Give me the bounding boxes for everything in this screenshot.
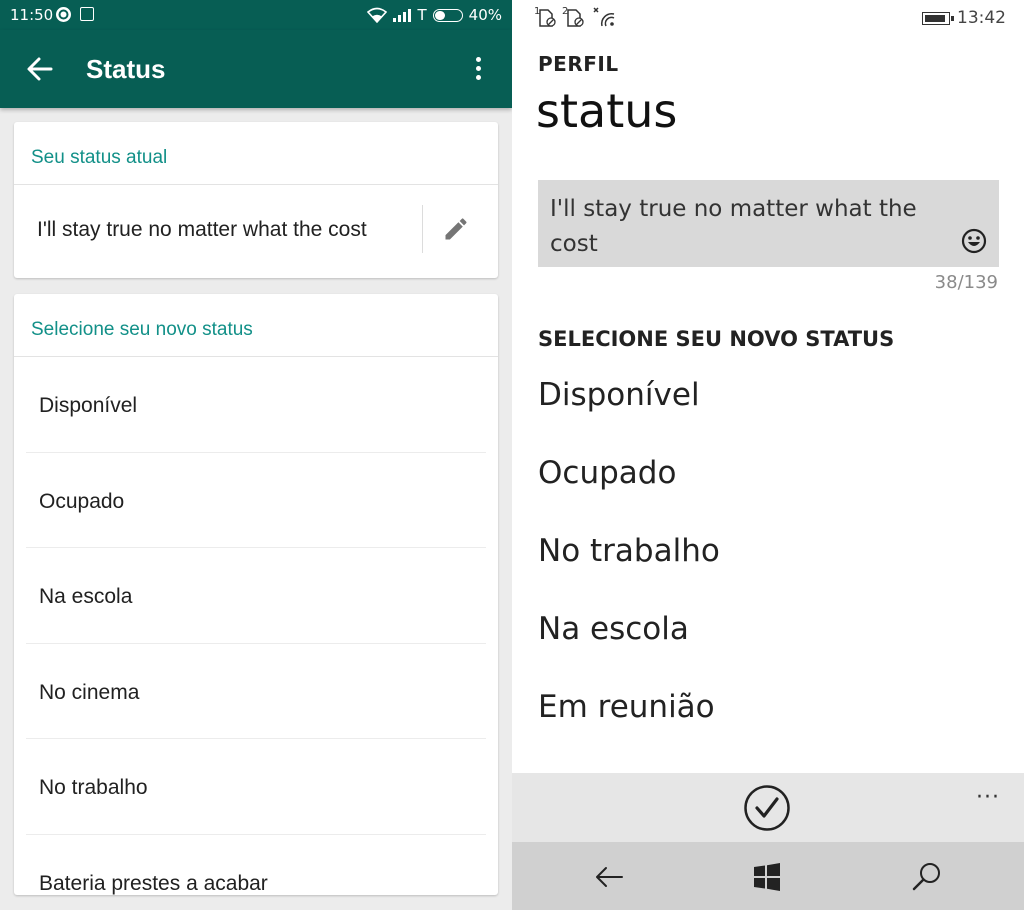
status-input[interactable]: I'll stay true no matter what the cost bbox=[538, 180, 999, 267]
current-status-header: Seu status atual bbox=[14, 122, 498, 185]
back-arrow-icon[interactable] bbox=[592, 860, 626, 894]
app-bar: ··· bbox=[512, 773, 1024, 842]
carrier-label: T bbox=[417, 6, 427, 24]
list-item[interactable]: Na escola bbox=[26, 548, 486, 644]
status-time: 11:50 bbox=[10, 6, 54, 24]
status-input-value: I'll stay true no matter what the cost bbox=[550, 196, 917, 257]
current-status-card: Seu status atual I'll stay true no matte… bbox=[14, 122, 498, 278]
wifi-icon bbox=[367, 7, 388, 23]
list-item[interactable]: Em reunião bbox=[538, 689, 715, 725]
options-header: Selecione seu novo status bbox=[14, 294, 498, 357]
list-item-label: No cinema bbox=[39, 680, 140, 704]
section-header: SELECIONE SEU NOVO STATUS bbox=[538, 327, 895, 351]
list-item[interactable]: Disponível bbox=[538, 377, 700, 413]
signal-icon bbox=[393, 9, 412, 22]
list-item[interactable]: No cinema bbox=[26, 644, 486, 739]
gallery-notification-icon bbox=[80, 7, 94, 21]
list-item[interactable]: Ocupado bbox=[26, 453, 486, 548]
nav-bar bbox=[512, 842, 1024, 910]
list-item[interactable]: Ocupado bbox=[538, 455, 676, 491]
list-item-label: Na escola bbox=[39, 585, 133, 608]
list-item[interactable]: Bateria prestes a acabar bbox=[26, 835, 486, 896]
divider bbox=[422, 205, 423, 253]
current-status-text: I'll stay true no matter what the cost bbox=[37, 218, 367, 241]
status-right: T 40% bbox=[367, 6, 502, 24]
windows-logo-icon[interactable] bbox=[750, 860, 784, 894]
list-item-label: Ocupado bbox=[39, 489, 125, 513]
wp-status-bar: 1 2 13:42 bbox=[534, 6, 1006, 28]
list-item[interactable]: No trabalho bbox=[26, 739, 486, 835]
character-counter: 38/139 bbox=[934, 272, 998, 293]
windows-phone-screen: 1 2 13:42 PERFIL status I'll stay true n… bbox=[512, 0, 1024, 910]
list-item-label: Bateria prestes a acabar bbox=[39, 871, 268, 895]
overflow-menu-icon[interactable] bbox=[466, 54, 490, 84]
page-title: status bbox=[536, 84, 678, 138]
options-list: Disponível Ocupado Na escola No cinema N… bbox=[14, 357, 498, 895]
status-options-card: Selecione seu novo status Disponível Ocu… bbox=[14, 294, 498, 895]
more-button[interactable]: ··· bbox=[976, 785, 1000, 810]
emoji-icon[interactable] bbox=[961, 228, 987, 254]
check-icon[interactable] bbox=[743, 784, 791, 832]
list-item-label: No trabalho bbox=[39, 776, 148, 799]
search-icon[interactable] bbox=[910, 860, 944, 894]
list-item[interactable]: Na escola bbox=[538, 611, 689, 647]
pencil-icon[interactable] bbox=[442, 215, 470, 243]
breadcrumb: PERFIL bbox=[538, 52, 619, 76]
android-screen: 11:50 T 40% Status Seu status atual I'll… bbox=[0, 0, 512, 910]
battery-icon bbox=[922, 12, 954, 25]
list-item[interactable]: Disponível bbox=[26, 357, 486, 453]
whatsapp-notification-icon bbox=[56, 7, 71, 22]
status-time: 13:42 bbox=[957, 8, 1006, 28]
current-status-row[interactable]: I'll stay true no matter what the cost bbox=[14, 185, 498, 277]
back-arrow-icon[interactable] bbox=[26, 55, 54, 83]
android-status-bar: 11:50 T 40% bbox=[0, 0, 512, 30]
wifi-icon bbox=[593, 7, 615, 27]
toolbar: Status bbox=[0, 30, 512, 108]
page-title: Status bbox=[86, 54, 166, 84]
battery-icon bbox=[432, 8, 463, 22]
list-item[interactable]: No trabalho bbox=[538, 533, 720, 569]
list-item-label: Disponível bbox=[39, 394, 138, 417]
battery-percent: 40% bbox=[468, 6, 502, 24]
